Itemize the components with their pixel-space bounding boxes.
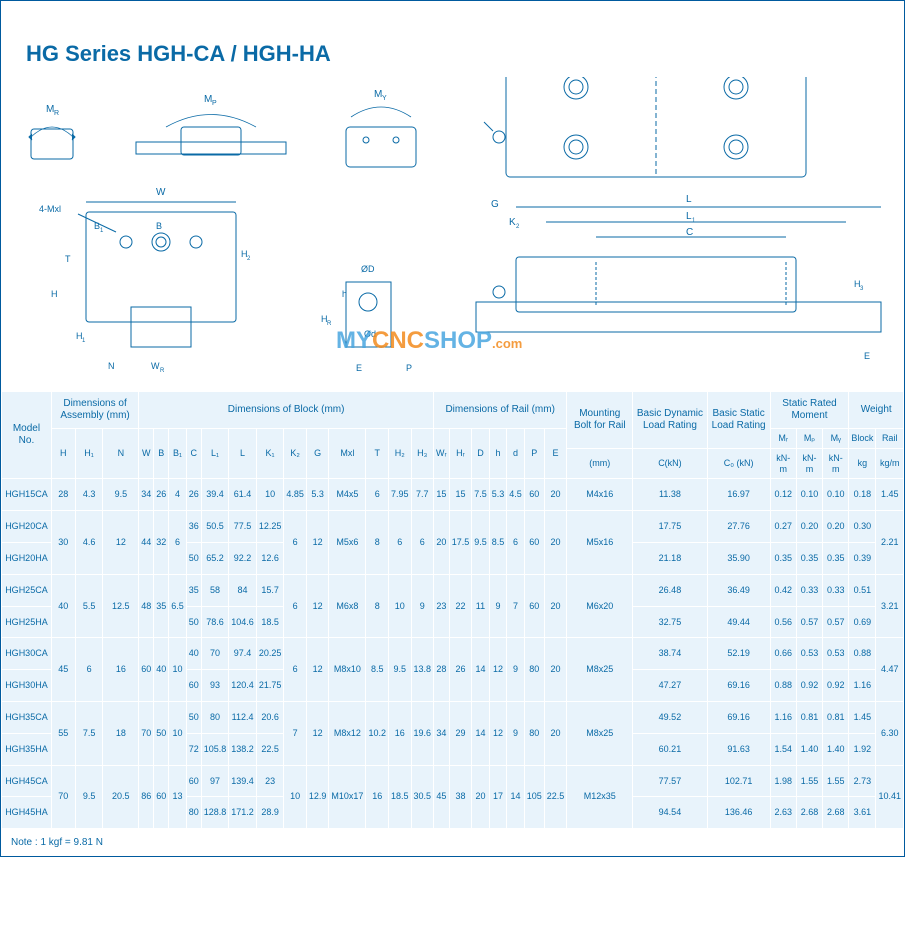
datasheet-page: HG Series HGH-CA / HGH-HA M R M P: [0, 0, 905, 857]
diagram-section: HG Series HGH-CA / HGH-HA M R M P: [1, 1, 904, 391]
page-title: HG Series HGH-CA / HGH-HA: [26, 41, 889, 67]
table-row: HGH45CA709.520.58660136097139.4231012.9M…: [2, 765, 904, 797]
spec-table: Model No. Dimensions of Assembly (mm) Di…: [1, 391, 904, 829]
svg-text:N: N: [108, 361, 115, 371]
col-rail: Dimensions of Rail (mm): [434, 392, 567, 429]
svg-text:3: 3: [860, 286, 864, 292]
col-moment: Static Rated Moment: [770, 392, 849, 429]
svg-text:2: 2: [247, 256, 251, 262]
col-dynamic: Basic Dynamic Load Rating: [633, 392, 707, 449]
svg-text:P: P: [212, 100, 217, 107]
svg-text:W: W: [156, 187, 166, 198]
svg-text:R: R: [160, 368, 165, 374]
col-weight: Weight: [849, 392, 904, 429]
svg-text:K: K: [509, 217, 516, 228]
svg-text:Ød: Ød: [364, 329, 376, 339]
table-row: HGH25CA405.512.548356.535588415.7612M6x8…: [2, 574, 904, 606]
table-body: HGH15CA284.39.5342642639.461.4104.855.3M…: [2, 479, 904, 829]
table-row: HGH35CA557.5187050105080112.420.6712M8x1…: [2, 701, 904, 733]
svg-text:E: E: [864, 351, 870, 361]
table-row: HGH15CA284.39.5342642639.461.4104.855.3M…: [2, 479, 904, 511]
svg-text:P: P: [406, 363, 412, 373]
svg-text:T: T: [65, 254, 71, 264]
svg-text:ØD: ØD: [361, 264, 375, 274]
technical-drawing: M R M P M Y: [16, 77, 891, 397]
svg-text:E: E: [356, 363, 362, 373]
svg-text:h: h: [342, 289, 347, 299]
diagram-area: M R M P M Y: [16, 77, 889, 387]
col-assembly: Dimensions of Assembly (mm): [51, 392, 138, 429]
footnote: Note : 1 kgf = 9.81 N: [1, 829, 904, 856]
svg-text:R: R: [54, 110, 59, 117]
table-row: HGH30CA45616604010407097.420.25612M8x108…: [2, 638, 904, 670]
svg-text:G: G: [491, 199, 499, 210]
svg-text:4-Mxl: 4-Mxl: [39, 204, 61, 214]
col-model: Model No.: [2, 392, 52, 479]
table-row: HGH20CA304.612443263650.577.512.25612M5x…: [2, 511, 904, 543]
svg-text:2: 2: [516, 224, 520, 230]
svg-text:B: B: [156, 221, 162, 231]
svg-text:H: H: [51, 289, 58, 299]
svg-text:R: R: [327, 321, 332, 327]
svg-text:W: W: [151, 361, 160, 371]
col-static: Basic Static Load Rating: [707, 392, 770, 449]
svg-text:Y: Y: [382, 95, 387, 102]
spec-table-section: Model No. Dimensions of Assembly (mm) Di…: [1, 391, 904, 829]
col-bolt: Mounting Bolt for Rail: [567, 392, 633, 449]
svg-text:L: L: [686, 194, 692, 205]
svg-text:1: 1: [692, 218, 696, 224]
col-block: Dimensions of Block (mm): [139, 392, 434, 429]
table-header: Model No. Dimensions of Assembly (mm) Di…: [2, 392, 904, 479]
svg-text:1: 1: [82, 338, 86, 344]
svg-text:C: C: [686, 227, 693, 238]
svg-text:1: 1: [100, 228, 104, 234]
